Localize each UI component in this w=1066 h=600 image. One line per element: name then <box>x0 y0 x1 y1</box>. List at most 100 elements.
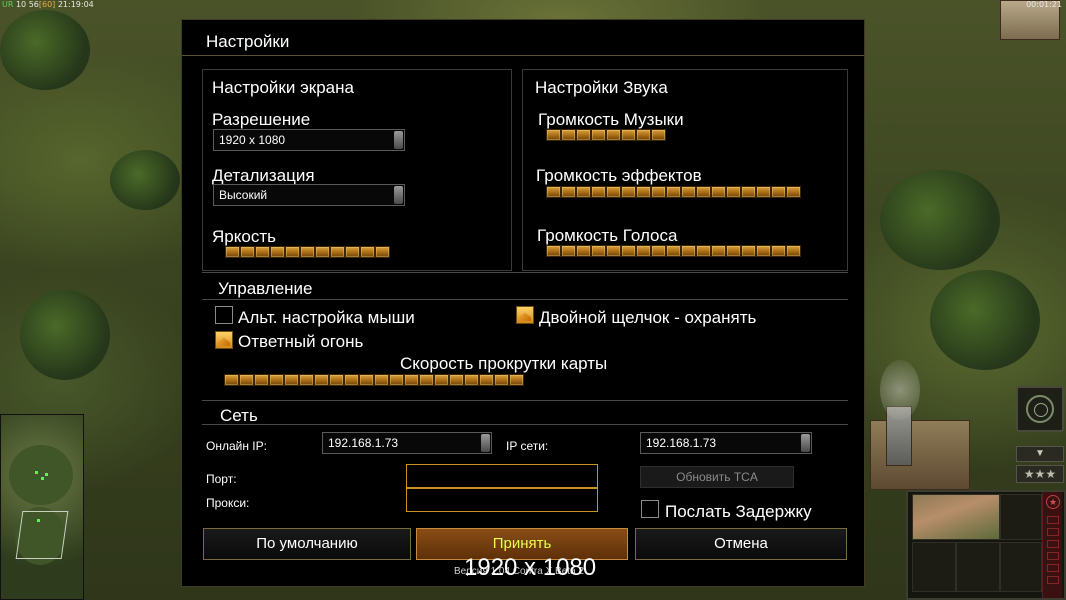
slider-segment <box>771 186 786 198</box>
slider-segment <box>756 186 771 198</box>
chevron-down-icon[interactable]: ▼ <box>1016 446 1064 462</box>
slider-segment <box>270 246 285 258</box>
clock-readout: 21:19:04 <box>57 0 94 9</box>
effects-volume-label: Громкость эффектов <box>536 166 702 185</box>
update-tca-button[interactable]: Обновить TCA <box>640 466 794 488</box>
slider-segment <box>576 245 591 257</box>
scroll-speed-slider[interactable] <box>224 374 524 386</box>
ur-label: UR <box>2 0 14 9</box>
alt-mouse-label: Альт. настройка мыши <box>238 308 415 327</box>
port-field[interactable] <box>406 464 598 488</box>
stats-readout: 10 56 <box>15 0 39 9</box>
radar-button[interactable] <box>1016 386 1064 432</box>
resolution-value: 1920 x 1080 <box>219 133 286 147</box>
build-slot[interactable] <box>912 542 956 592</box>
build-slot[interactable] <box>1000 494 1042 540</box>
slider-segment <box>621 129 636 141</box>
build-slot[interactable] <box>912 494 1000 540</box>
sound-settings-title: Настройки Звука <box>535 78 668 97</box>
slider-segment <box>330 246 345 258</box>
slider-segment <box>621 186 636 198</box>
return-fire-checkbox[interactable] <box>215 331 233 349</box>
proxy-field[interactable] <box>406 488 598 512</box>
lan-ip-label: IP сети: <box>506 439 549 453</box>
fps-readout: [60] <box>38 0 56 9</box>
send-delay-checkbox[interactable] <box>641 500 659 518</box>
scroll-speed-label: Скорость прокрутки карты <box>400 354 608 373</box>
slider-segment <box>239 374 254 386</box>
lan-ip-select[interactable]: 192.168.1.73 <box>640 432 812 454</box>
send-delay-label: Послать Задержку <box>665 502 812 521</box>
minimap-unit <box>41 477 44 480</box>
slider-segment <box>269 374 284 386</box>
status-bar: UR 10 56[60] 21:19:04 <box>2 0 94 9</box>
select-scroll-knob[interactable] <box>481 434 490 452</box>
section-divider <box>202 400 848 401</box>
slider-segment <box>696 186 711 198</box>
double-click-guard-label: Двойной щелчок - охранять <box>539 308 757 327</box>
defaults-button[interactable]: По умолчанию <box>203 528 411 560</box>
star-icon: ★ <box>1046 495 1060 509</box>
select-scroll-knob[interactable] <box>394 131 403 149</box>
slider-segment <box>621 245 636 257</box>
slider-segment <box>255 246 270 258</box>
slider-segment <box>464 374 479 386</box>
slider-segment <box>666 186 681 198</box>
slider-segment <box>696 245 711 257</box>
controls-title: Управление <box>218 279 313 298</box>
brightness-slider[interactable] <box>225 246 390 258</box>
select-scroll-knob[interactable] <box>394 186 403 204</box>
build-slot[interactable] <box>956 542 1000 592</box>
slider-segment <box>285 246 300 258</box>
slider-segment <box>344 374 359 386</box>
game-timer: 00:01:21 <box>1026 0 1062 9</box>
slider-segment <box>224 374 239 386</box>
slider-segment <box>315 246 330 258</box>
tree <box>0 10 90 90</box>
slider-segment <box>591 129 606 141</box>
voice-volume-label: Громкость Голоса <box>537 226 678 245</box>
slider-segment <box>546 129 561 141</box>
tree <box>880 170 1000 270</box>
double-click-guard-checkbox[interactable] <box>516 306 534 324</box>
smoke-plume <box>880 360 920 420</box>
slider-segment <box>606 129 621 141</box>
voice-volume-slider[interactable] <box>546 245 801 257</box>
music-volume-slider[interactable] <box>546 129 666 141</box>
online-ip-select[interactable]: 192.168.1.73 <box>322 432 492 454</box>
detail-select[interactable]: Высокий <box>213 184 405 206</box>
slider-segment <box>546 186 561 198</box>
slider-segment <box>651 186 666 198</box>
slider-segment <box>314 374 329 386</box>
music-volume-label: Громкость Музыки <box>538 110 684 129</box>
slider-segment <box>479 374 494 386</box>
section-divider <box>202 424 848 425</box>
minimap-unit <box>35 471 38 474</box>
cancel-button[interactable]: Отмена <box>635 528 847 560</box>
network-title: Сеть <box>220 406 258 425</box>
slider-segment <box>329 374 344 386</box>
minimap[interactable] <box>0 414 84 600</box>
slider-segment <box>389 374 404 386</box>
resolution-select[interactable]: 1920 x 1080 <box>213 129 405 151</box>
proxy-label: Прокси: <box>206 496 250 510</box>
options-dialog: Настройки Настройки экрана Разрешение 19… <box>181 19 865 587</box>
slider-segment <box>576 186 591 198</box>
build-slot[interactable] <box>1000 542 1042 592</box>
minimap-unit <box>45 473 48 476</box>
port-label: Порт: <box>206 472 237 486</box>
minimap-viewport[interactable] <box>15 511 69 559</box>
slider-segment <box>576 129 591 141</box>
slider-segment <box>591 186 606 198</box>
slider-segment <box>606 245 621 257</box>
effects-volume-slider[interactable] <box>546 186 801 198</box>
slider-segment <box>681 245 696 257</box>
return-fire-label: Ответный огонь <box>238 332 364 351</box>
select-scroll-knob[interactable] <box>801 434 810 452</box>
slider-segment <box>360 246 375 258</box>
slider-segment <box>345 246 360 258</box>
slider-segment <box>786 186 801 198</box>
slider-segment <box>509 374 524 386</box>
dialog-title: Настройки <box>206 32 290 51</box>
alt-mouse-checkbox[interactable] <box>215 306 233 324</box>
